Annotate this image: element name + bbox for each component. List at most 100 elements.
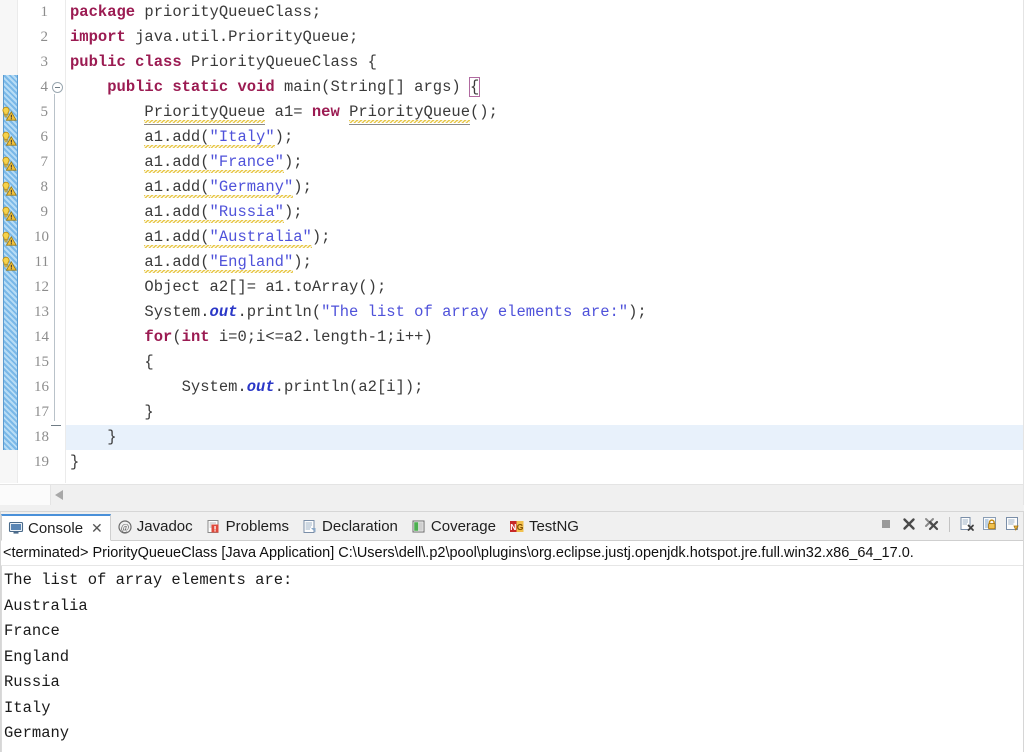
tab-label: TestNG	[528, 518, 579, 535]
code-token: );	[283, 203, 303, 221]
tab-problems[interactable]: Problems	[200, 513, 296, 540]
code-token: );	[293, 253, 312, 271]
view-tab-bar: Console ✕ @ Javadoc Problems Declaration Cover…	[1, 512, 1023, 541]
terminate-icon[interactable]	[878, 516, 894, 532]
java-editor[interactable]: 1 2 3 4 5 6 7 8 9 10 11 12 13 14 15 16 17 18 19 package pr…	[0, 0, 1024, 505]
line-number: 8	[40, 179, 49, 195]
warning-marker-icon[interactable]	[1, 105, 17, 121]
code-token: public static void	[107, 78, 275, 96]
tab-coverage[interactable]: Coverage	[405, 513, 503, 540]
warning-marker-icon[interactable]	[1, 255, 17, 271]
warning-marker-icon[interactable]	[1, 155, 17, 171]
line-number: 4	[40, 79, 49, 95]
code-line[interactable]: Object a2[]= a1.toArray();	[66, 275, 1023, 300]
code-token: out	[246, 378, 275, 396]
code-line[interactable]: }	[66, 425, 1023, 450]
scroll-left-arrow[interactable]	[55, 490, 63, 500]
svg-text:N: N	[510, 522, 516, 532]
eclipse-ide-window: 1 2 3 4 5 6 7 8 9 10 11 12 13 14 15 16 17 18 19 package pr…	[0, 0, 1024, 752]
console-output-line: Italy	[4, 698, 51, 717]
code-line[interactable]: System.out.println(a2[i]);	[66, 375, 1023, 400]
tab-testng[interactable]: N G TestNG	[503, 513, 586, 540]
code-line[interactable]: }	[66, 400, 1023, 425]
tab-console[interactable]: Console ✕	[1, 514, 111, 541]
code-line[interactable]: System.out.println("The list of array el…	[66, 300, 1023, 325]
code-token: "Germany"	[209, 178, 294, 199]
editor-body[interactable]: 1 2 3 4 5 6 7 8 9 10 11 12 13 14 15 16 17 18 19 package pr…	[0, 0, 1023, 483]
line-number: 19	[34, 454, 49, 470]
code-line[interactable]: package priorityQueueClass;	[66, 0, 1023, 25]
remove-launch-icon[interactable]	[901, 516, 917, 532]
code-line[interactable]: for(int i=0;i<=a2.length-1;i++)	[66, 325, 1023, 350]
tab-javadoc[interactable]: @ Javadoc	[111, 513, 200, 540]
console-toolbar	[878, 516, 1021, 532]
code-line[interactable]: a1.add("Germany");	[66, 175, 1023, 200]
code-token: PriorityQueueClass {	[181, 53, 377, 71]
code-token: priorityQueueClass;	[135, 3, 322, 21]
code-line[interactable]: import java.util.PriorityQueue;	[66, 25, 1023, 50]
console-output-line: Australia	[4, 596, 88, 615]
warning-marker-icon[interactable]	[1, 205, 17, 221]
tab-declaration[interactable]: Declaration	[296, 513, 405, 540]
line-number: 15	[34, 354, 49, 370]
warning-marker-icon[interactable]	[1, 180, 17, 196]
code-text-area[interactable]: package priorityQueueClass; import java.u…	[66, 0, 1023, 483]
code-token: a1.add(	[144, 178, 210, 199]
line-number: 18	[34, 429, 49, 445]
remove-all-terminated-icon[interactable]	[924, 516, 940, 532]
tab-label: Declaration	[322, 518, 398, 535]
annotation-ruler[interactable]	[0, 0, 18, 483]
warning-marker-icon[interactable]	[1, 130, 17, 146]
code-token: package	[70, 3, 136, 21]
line-number-ruler: 1 2 3 4 5 6 7 8 9 10 11 12 13 14 15 16 17 18 19	[17, 0, 50, 483]
code-token: "Australia"	[209, 228, 312, 249]
code-line[interactable]: PriorityQueue a1= new PriorityQueue();	[66, 100, 1023, 125]
code-token: "Italy"	[209, 128, 275, 149]
code-token: int	[181, 328, 210, 346]
code-line[interactable]: }	[66, 450, 1023, 475]
console-output-line: France	[4, 622, 60, 640]
warning-marker-icon[interactable]	[1, 230, 17, 246]
editor-horizontal-scrollbar[interactable]	[0, 484, 1023, 505]
pin-console-icon[interactable]	[1005, 516, 1021, 532]
code-line[interactable]: a1.add("France");	[66, 150, 1023, 175]
code-line[interactable]: {	[66, 350, 1023, 375]
code-fold-toggle-icon[interactable]	[52, 82, 63, 93]
code-token: a1.add(	[144, 153, 210, 174]
code-token: import	[70, 28, 126, 46]
console-output-line: Germany	[4, 724, 70, 742]
code-line[interactable]: public static void main(String[] args) {	[66, 75, 1023, 100]
code-line[interactable]: a1.add("Australia");	[66, 225, 1023, 250]
code-line[interactable]: a1.add("Italy");	[66, 125, 1023, 150]
console-view: Console ✕ @ Javadoc Problems Declaration Cover…	[0, 511, 1024, 752]
close-icon[interactable]: ✕	[91, 520, 103, 537]
code-line[interactable]: a1.add("England");	[66, 250, 1023, 275]
code-line[interactable]: a1.add("Russia");	[66, 200, 1023, 225]
console-output[interactable]: The list of array elements are: Australia…	[1, 566, 1023, 752]
line-number: 14	[34, 329, 49, 345]
line-number: 2	[40, 29, 49, 45]
code-line[interactable]: public class PriorityQueueClass {	[66, 50, 1023, 75]
tab-label: Javadoc	[136, 518, 193, 535]
fold-range-line	[54, 94, 55, 421]
scroll-lock-icon[interactable]	[982, 516, 998, 532]
console-output-line: The list of array elements are:	[4, 571, 293, 589]
line-number: 11	[34, 254, 49, 270]
code-token: );	[628, 303, 647, 321]
console-output-line: Russia	[4, 673, 60, 691]
line-number: 6	[40, 129, 49, 145]
folding-ruler[interactable]	[50, 0, 66, 483]
code-token: );	[293, 178, 312, 196]
code-token: a1=	[265, 103, 312, 121]
clear-console-icon[interactable]	[959, 516, 975, 532]
code-token: );	[274, 128, 294, 146]
code-token: }	[70, 428, 117, 446]
